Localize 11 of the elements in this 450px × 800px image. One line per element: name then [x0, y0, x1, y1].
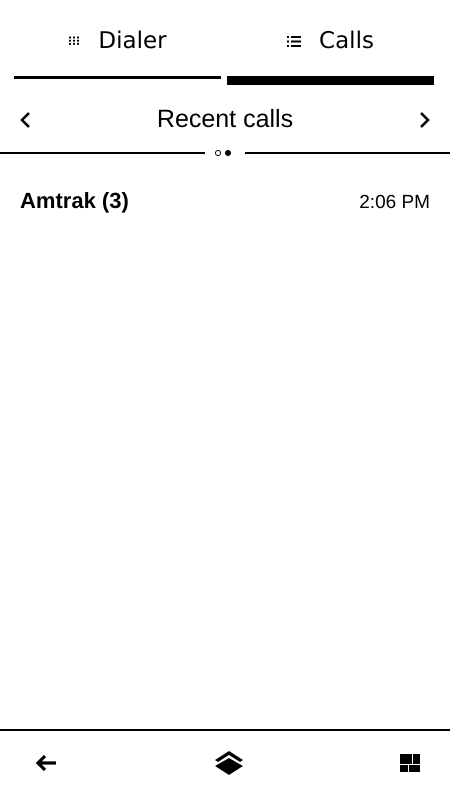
chevron-left-icon[interactable] [19, 110, 31, 128]
call-item[interactable]: Amtrak (3) 2:06 PM [0, 156, 450, 214]
back-arrow-icon[interactable] [34, 753, 58, 773]
chevron-right-icon[interactable] [418, 110, 431, 128]
screen-title: Recent calls [156, 105, 294, 134]
list-icon [287, 36, 302, 46]
grid-icon[interactable] [400, 754, 420, 772]
keypad-icon [68, 36, 80, 46]
tab[interactable]: Dialer [14, 28, 221, 79]
layers-icon[interactable] [213, 750, 245, 776]
tab[interactable]: Calls [227, 28, 434, 85]
